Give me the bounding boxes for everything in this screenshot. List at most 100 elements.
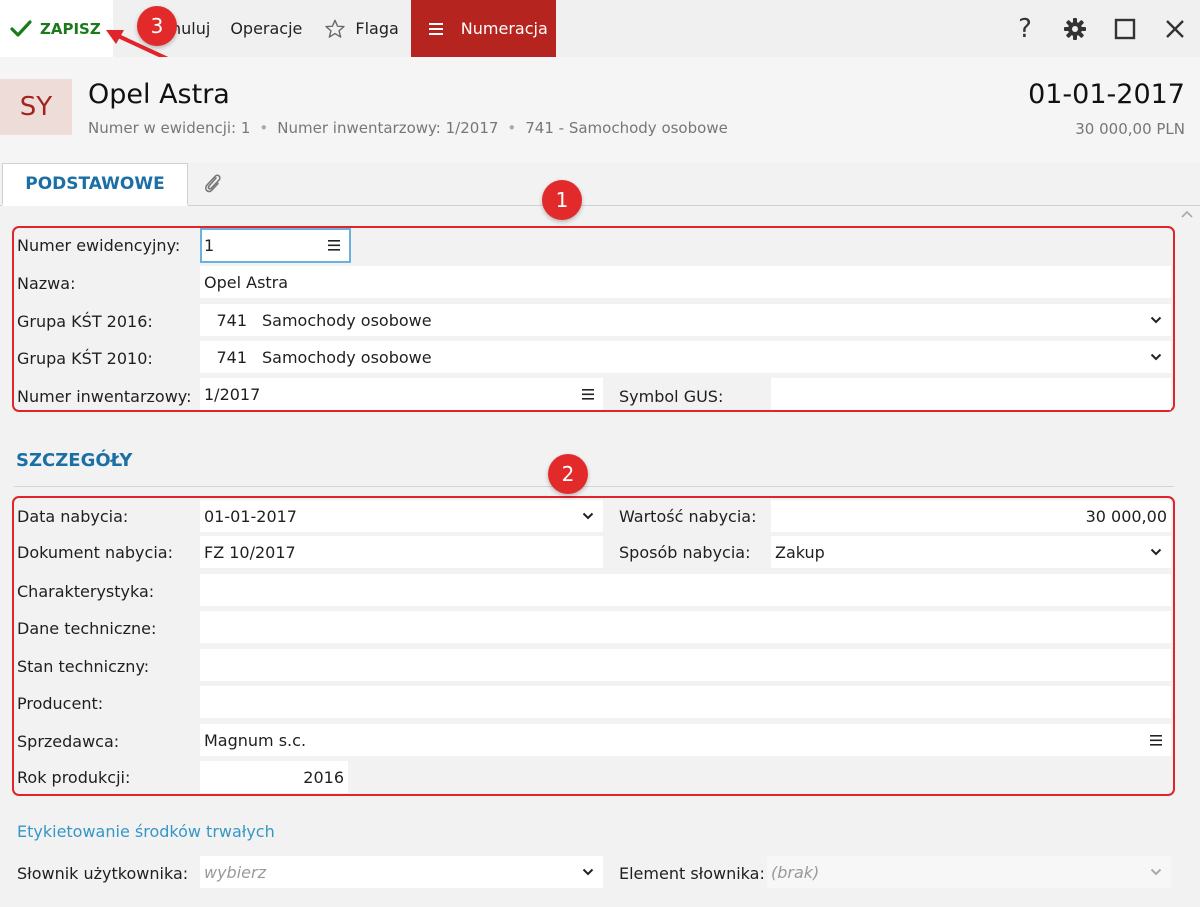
label-stan-techniczny: Stan techniczny: (17, 657, 150, 676)
annotation-badge-1: 1 (542, 180, 582, 220)
meta-record-number: Numer w ewidencji: 1 (88, 119, 251, 137)
element-slownika-placeholder: (brak) (771, 862, 820, 882)
sposob-nabycia-value: Zakup (775, 542, 825, 562)
dane-techniczne-field[interactable] (200, 611, 1171, 643)
form-content: 1 Numer ewidencyjny: 1 Nazwa: Opel Astra… (0, 180, 1200, 907)
label-slownik-uzytkownika: Słownik użytkownika: (17, 864, 189, 883)
numer-ewidencyjny-field[interactable]: 1 (200, 228, 351, 263)
section-divider (14, 486, 1174, 487)
label-producent: Producent: (17, 694, 104, 713)
paperclip-icon (202, 172, 224, 196)
chevron-down-icon (1141, 548, 1171, 556)
record-header: SY Opel Astra Numer w ewidencji: 1 • Num… (0, 57, 1200, 163)
dokument-nabycia-field[interactable]: FZ 10/2017 (200, 536, 603, 568)
label-sposob-nabycia: Sposób nabycia: (619, 543, 751, 562)
scroll-up-icon[interactable] (1180, 209, 1194, 219)
gear-icon[interactable] (1050, 0, 1100, 57)
save-label: ZAPISZ (40, 19, 101, 38)
flag-button[interactable]: Flaga (302, 0, 399, 57)
label-dokument-nabycia: Dokument nabycia: (17, 543, 173, 562)
grupa-kst-2016-value: Samochody osobowe (262, 310, 432, 330)
producent-field[interactable] (200, 686, 1171, 718)
menu-icon (428, 22, 443, 35)
nazwa-field[interactable]: Opel Astra (200, 266, 1171, 298)
label-grupa-kst-2016: Grupa KŚT 2016: (17, 312, 153, 331)
data-nabycia-select[interactable]: 01-01-2017 (200, 500, 603, 532)
rok-produkcji-field[interactable]: 2016 (200, 761, 348, 793)
numer-inwentarzowy-value: 1/2017 (204, 384, 261, 404)
wartosc-nabycia-value: 30 000,00 (1085, 506, 1167, 526)
slownik-uzytkownika-placeholder: wybierz (204, 862, 266, 882)
stan-techniczny-field[interactable] (200, 649, 1171, 681)
chevron-down-icon (573, 868, 603, 876)
header-meta: Numer w ewidencji: 1 • Numer inwentarzow… (88, 119, 728, 137)
label-wartosc-nabycia: Wartość nabycia: (619, 507, 757, 526)
label-data-nabycia: Data nabycia: (17, 507, 129, 526)
rok-produkcji-value: 2016 (303, 767, 344, 787)
label-numer-ewidencyjny: Numer ewidencyjny: (17, 236, 181, 255)
label-charakterystyka: Charakterystyka: (17, 582, 155, 601)
annotation-badge-2: 2 (548, 454, 588, 494)
chevron-down-icon (1141, 316, 1171, 324)
tab-attachments[interactable] (196, 167, 230, 201)
grupa-kst-2016-code: 741 (216, 310, 247, 330)
grupa-kst-2016-select[interactable]: 741 Samochody osobowe (200, 304, 1171, 336)
save-button[interactable]: ZAPISZ (0, 0, 113, 57)
dokument-nabycia-value: FZ 10/2017 (204, 542, 296, 562)
label-grupa-kst-2010: Grupa KŚT 2010: (17, 349, 153, 368)
list-icon[interactable] (573, 388, 603, 400)
page-title: Opel Astra (88, 79, 230, 110)
flag-label: Flaga (355, 19, 399, 38)
chevron-down-icon (1141, 868, 1171, 876)
numbering-button[interactable]: Numeracja (410, 0, 556, 57)
tab-bar: PODSTAWOWE (0, 163, 1200, 206)
section-title-details: SZCZEGÓŁY (16, 450, 133, 471)
meta-inventory-number: Numer inwentarzowy: 1/2017 (277, 119, 499, 137)
numer-ewidencyjny-value: 1 (204, 236, 215, 255)
label-numer-inwentarzowy: Numer inwentarzowy: (17, 387, 192, 406)
label-sprzedawca: Sprzedawca: (17, 732, 120, 751)
grupa-kst-2010-code: 741 (216, 347, 247, 367)
meta-group: 741 - Samochody osobowe (525, 119, 728, 137)
meta-separator: • (259, 119, 269, 137)
symbol-gus-field[interactable] (771, 378, 1171, 410)
label-symbol-gus: Symbol GUS: (619, 387, 724, 406)
meta-separator: • (507, 119, 517, 137)
label-element-slownika: Element słownika: (619, 864, 765, 883)
grupa-kst-2010-select[interactable]: 741 Samochody osobowe (200, 341, 1171, 373)
element-slownika-select[interactable]: (brak) (767, 856, 1171, 888)
chevron-down-icon (1141, 353, 1171, 361)
sposob-nabycia-select[interactable]: Zakup (771, 536, 1171, 568)
chevron-down-icon (573, 512, 603, 520)
numer-inwentarzowy-field[interactable]: 1/2017 (200, 378, 603, 410)
star-icon (324, 18, 346, 40)
operations-label: Operacje (230, 19, 303, 38)
grupa-kst-2010-value: Samochody osobowe (262, 347, 432, 367)
help-icon[interactable]: ? (1000, 0, 1050, 57)
list-icon[interactable] (1141, 734, 1171, 746)
nazwa-value: Opel Astra (204, 272, 289, 292)
charakterystyka-field[interactable] (200, 574, 1171, 606)
labeling-link[interactable]: Etykietowanie środków trwałych (17, 822, 275, 841)
close-icon[interactable] (1150, 0, 1200, 57)
sprzedawca-value: Magnum s.c. (204, 730, 307, 750)
toolbar: ZAPISZ nuluj Operacje Flaga Numeracja ? (0, 0, 1200, 57)
label-rok-produkcji: Rok produkcji: (17, 768, 131, 787)
operations-button[interactable]: Operacje (210, 0, 302, 57)
numbering-label: Numeracja (460, 19, 548, 38)
check-icon (10, 19, 32, 38)
data-nabycia-value: 01-01-2017 (204, 506, 297, 526)
maximize-icon[interactable] (1100, 0, 1150, 57)
header-date: 01-01-2017 (1028, 79, 1185, 110)
tab-basic[interactable]: PODSTAWOWE (2, 163, 188, 206)
list-icon[interactable] (319, 240, 349, 251)
wartosc-nabycia-field[interactable]: 30 000,00 (771, 500, 1171, 532)
annotation-badge-3: 3 (137, 6, 177, 46)
sprzedawca-field[interactable]: Magnum s.c. (200, 724, 1171, 756)
slownik-uzytkownika-select[interactable]: wybierz (200, 856, 603, 888)
window-controls: ? (1000, 0, 1200, 57)
label-dane-techniczne: Dane techniczne: (17, 619, 157, 638)
label-nazwa: Nazwa: (17, 274, 76, 293)
header-amount: 30 000,00 PLN (1075, 120, 1185, 138)
avatar: SY (0, 79, 72, 135)
